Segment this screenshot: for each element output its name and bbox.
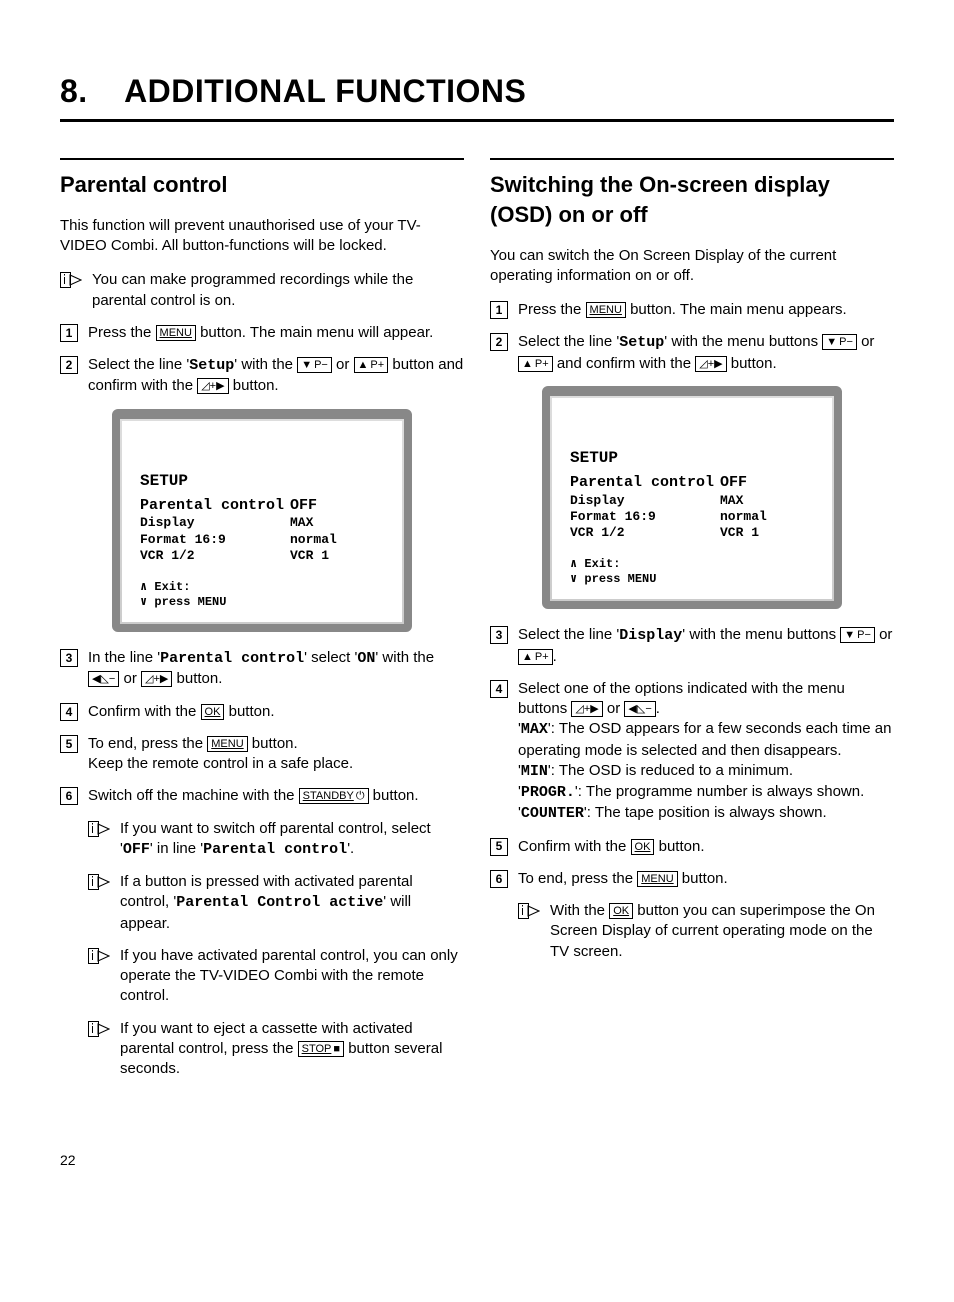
step-number: 6 (60, 787, 78, 805)
step-number: 2 (490, 333, 508, 351)
step-number: 3 (60, 649, 78, 667)
step-number: 1 (60, 324, 78, 342)
step-number: 5 (60, 735, 78, 753)
section-parental-control: Parental control (60, 170, 464, 200)
p-minus-button-icon: ▼P− (822, 334, 857, 350)
step-number: 4 (60, 703, 78, 721)
tip-icon (60, 271, 82, 289)
step-3: 3 Select the line 'Display' with the men… (490, 625, 894, 667)
step-number: 1 (490, 301, 508, 319)
horizontal-rule (490, 158, 894, 160)
right-column: Switching the On-screen display (OSD) on… (490, 158, 894, 1091)
right-button-icon: ◿+▶ (197, 378, 228, 394)
tip-row: If you want to switch off parental contr… (60, 819, 464, 861)
right-button-icon: ◿+▶ (695, 356, 726, 372)
tip-row: If you have activated parental control, … (60, 946, 464, 1007)
left-column: Parental control This function will prev… (60, 158, 464, 1091)
ok-button-icon: OK (631, 839, 655, 855)
p-plus-button-icon: ▲P+ (518, 649, 553, 665)
tip-icon (88, 1020, 110, 1038)
step-4: 4 Confirm with the OK button. (60, 702, 464, 722)
chapter-text: ADDITIONAL FUNCTIONS (124, 73, 526, 109)
stop-button-icon: STOP ■ (298, 1041, 344, 1057)
right-button-icon: ◿+▶ (141, 671, 172, 687)
step-6: 6 To end, press the MENU button. (490, 869, 894, 889)
left-button-icon: ◀◺− (88, 671, 119, 687)
step-2: 2 Select the line 'Setup' with the menu … (490, 332, 894, 374)
p-minus-button-icon: ▼P− (297, 357, 332, 373)
standby-button-icon: STANDBY ⏻ (299, 788, 369, 804)
tip-icon (88, 873, 110, 891)
tip-icon (518, 902, 540, 920)
step-body: Select the line 'Setup' with the ▼P− or … (88, 355, 464, 397)
tip-row: If a button is pressed with activated pa… (60, 872, 464, 934)
step-5: 5 Confirm with the OK button. (490, 837, 894, 857)
intro-text: This function will prevent unauthorised … (60, 216, 464, 257)
step-number: 5 (490, 838, 508, 856)
step-1: 1 Press the MENU button. The main menu w… (60, 323, 464, 343)
horizontal-rule (60, 158, 464, 160)
chapter-number: 8. (60, 73, 88, 109)
step-number: 4 (490, 680, 508, 698)
step-number: 2 (60, 356, 78, 374)
p-plus-button-icon: ▲P+ (518, 356, 553, 372)
tip-row: You can make programmed recordings while… (60, 270, 464, 311)
step-4: 4 Select one of the options indicated wi… (490, 679, 894, 825)
menu-button-icon: MENU (207, 736, 247, 752)
ok-button-icon: OK (609, 903, 633, 919)
step-number: 3 (490, 626, 508, 644)
left-button-icon: ◀◺− (624, 701, 655, 717)
tip-row: With the OK button you can superimpose t… (490, 901, 894, 962)
step-body: Press the MENU button. The main menu wil… (88, 323, 464, 343)
step-3: 3 In the line 'Parental control' select … (60, 648, 464, 690)
p-minus-button-icon: ▼P− (840, 627, 875, 643)
step-5: 5 To end, press the MENU button. Keep th… (60, 734, 464, 775)
menu-button-icon: MENU (586, 302, 626, 318)
step-6: 6 Switch off the machine with the STANDB… (60, 786, 464, 806)
p-plus-button-icon: ▲P+ (354, 357, 389, 373)
step-1: 1 Press the MENU button. The main menu a… (490, 300, 894, 320)
right-button-icon: ◿+▶ (571, 701, 602, 717)
section-osd: Switching the On-screen display (OSD) on… (490, 170, 894, 229)
page-number: 22 (60, 1151, 894, 1170)
ok-button-icon: OK (201, 704, 225, 720)
menu-button-icon: MENU (637, 871, 677, 887)
tip-text: You can make programmed recordings while… (92, 270, 464, 311)
chapter-title: 8. ADDITIONAL FUNCTIONS (60, 70, 894, 122)
osd-screen-illustration: SETUP Parental controlOFF DisplayMAX For… (112, 409, 412, 633)
tip-row: If you want to eject a cassette with act… (60, 1019, 464, 1080)
step-number: 6 (490, 870, 508, 888)
step-2: 2 Select the line 'Setup' with the ▼P− o… (60, 355, 464, 397)
intro-text: You can switch the On Screen Display of … (490, 246, 894, 287)
osd-screen-illustration: SETUP Parental controlOFF DisplayMAX For… (542, 386, 842, 610)
tip-icon (88, 820, 110, 838)
tip-icon (88, 947, 110, 965)
menu-button-icon: MENU (156, 325, 196, 341)
